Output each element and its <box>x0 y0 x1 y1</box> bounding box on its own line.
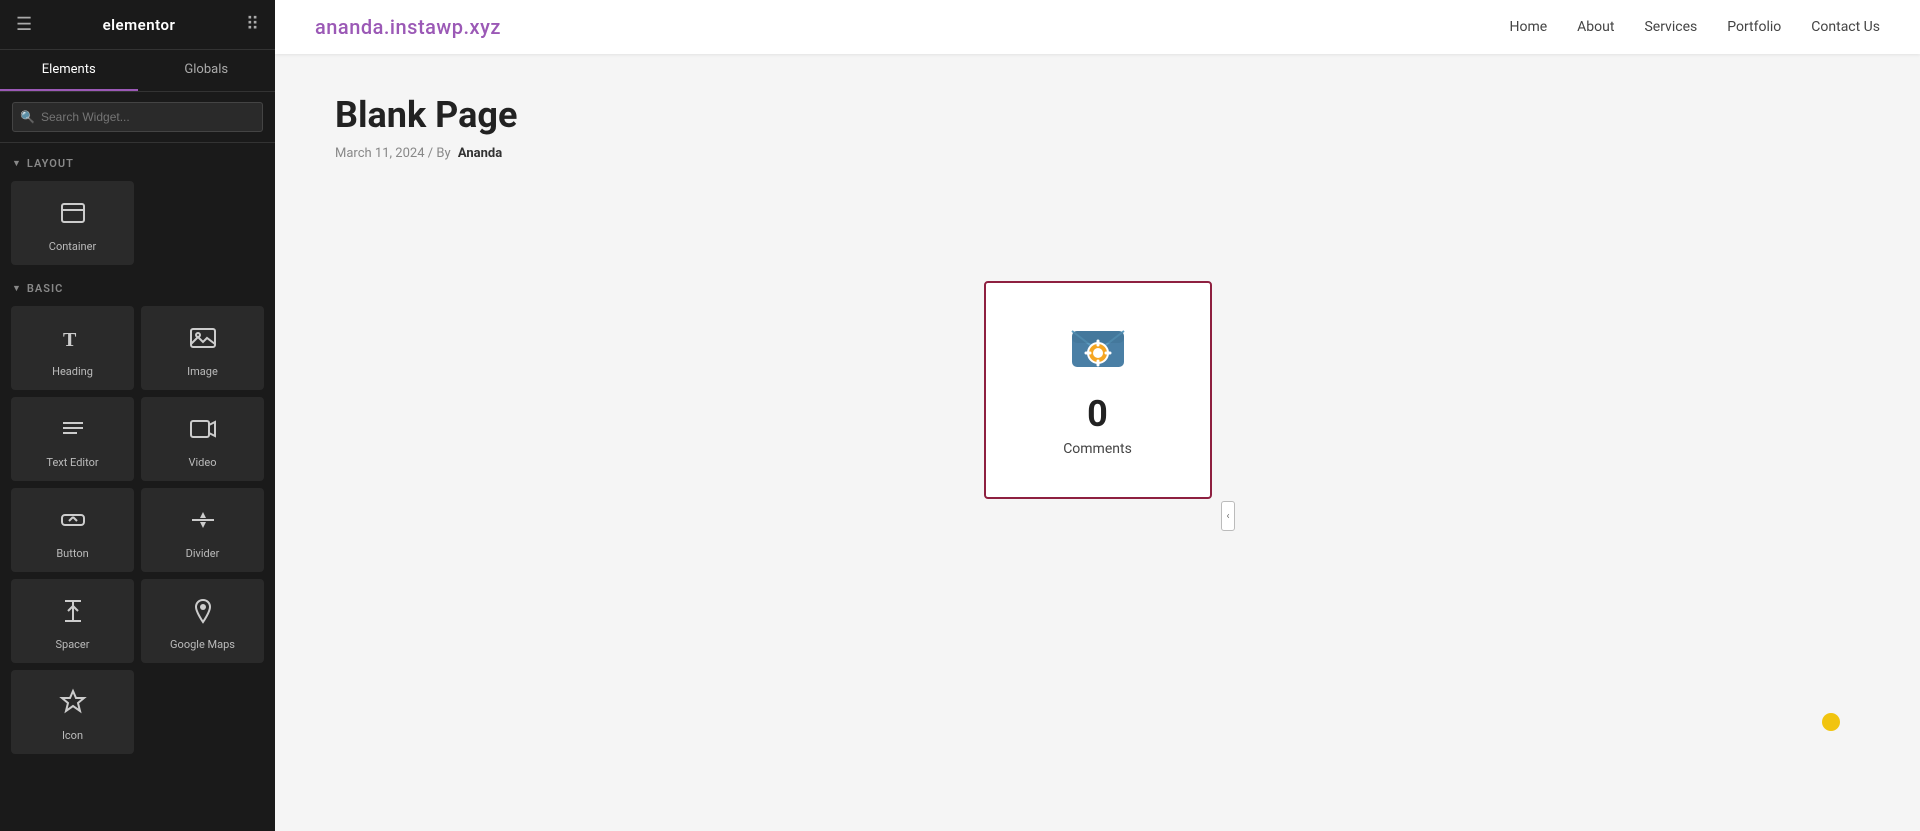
widget-spacer[interactable]: Spacer <box>11 579 134 663</box>
widget-button-label: Button <box>56 547 88 560</box>
button-icon <box>59 506 87 539</box>
section-header-layout: ▼ Layout <box>0 143 275 178</box>
search-input[interactable] <box>12 102 263 132</box>
basic-widget-grid: T Heading Image <box>0 303 275 757</box>
nav-about[interactable]: About <box>1577 19 1614 35</box>
section-header-basic: ▼ Basic <box>0 268 275 303</box>
comments-widget: 0 Comments <box>984 281 1212 499</box>
basic-arrow-icon: ▼ <box>12 283 22 294</box>
widget-video[interactable]: Video <box>141 397 264 481</box>
page-author: Ananda <box>458 146 502 161</box>
nav-links: Home About Services Portfolio Contact Us <box>1509 19 1880 35</box>
comments-count: 0 <box>1087 393 1108 435</box>
page-date: March 11, 2024 <box>335 146 425 161</box>
page-by-label: By <box>436 146 450 161</box>
sidebar-header: ☰ elementor ⠿ <box>0 0 275 50</box>
grid-icon[interactable]: ⠿ <box>246 14 259 35</box>
divider-icon <box>189 506 217 539</box>
svg-text:T: T <box>63 329 77 351</box>
widget-image-label: Image <box>187 365 218 378</box>
widget-heading[interactable]: T Heading <box>11 306 134 390</box>
heading-icon: T <box>59 324 87 357</box>
widget-divider-label: Divider <box>186 547 220 560</box>
layout-widget-grid: Container <box>0 178 275 268</box>
main-area: ananda.instawp.xyz Home About Services P… <box>275 0 1920 831</box>
icon-widget-icon <box>59 688 87 721</box>
widget-google-maps[interactable]: Google Maps <box>141 579 264 663</box>
widget-container-area: 0 Comments ‹ <box>335 201 1860 801</box>
widget-image[interactable]: Image <box>141 306 264 390</box>
widget-icon[interactable]: Icon <box>11 670 134 754</box>
tab-elements[interactable]: Elements <box>0 50 138 91</box>
site-title: ananda.instawp.xyz <box>315 15 501 39</box>
sidebar: ☰ elementor ⠿ Elements Globals 🔍 ▼ Layou… <box>0 0 275 831</box>
widget-text-editor-label: Text Editor <box>46 456 98 469</box>
text-editor-icon <box>59 415 87 448</box>
cursor-dot <box>1822 713 1840 731</box>
tab-globals[interactable]: Globals <box>138 50 276 91</box>
widget-divider[interactable]: Divider <box>141 488 264 572</box>
page-content: Blank Page March 11, 2024 / By Ananda <box>275 54 1920 831</box>
widget-button[interactable]: Button <box>11 488 134 572</box>
google-maps-icon <box>189 597 217 630</box>
widget-icon-label: Icon <box>62 729 83 742</box>
nav-services[interactable]: Services <box>1644 19 1697 35</box>
sidebar-logo: elementor <box>103 16 176 34</box>
layout-arrow-icon: ▼ <box>12 158 22 169</box>
comments-label: Comments <box>1063 441 1132 457</box>
hamburger-icon[interactable]: ☰ <box>16 14 32 35</box>
sidebar-content: ▼ Layout Container ▼ Basic <box>0 143 275 831</box>
widget-container-label: Container <box>49 240 96 253</box>
nav-portfolio[interactable]: Portfolio <box>1727 19 1781 35</box>
widget-container[interactable]: Container <box>11 181 134 265</box>
collapse-handle[interactable]: ‹ <box>1221 501 1235 531</box>
page-meta: March 11, 2024 / By Ananda <box>335 146 1860 161</box>
container-icon <box>59 199 87 232</box>
nav-contact[interactable]: Contact Us <box>1811 19 1880 35</box>
widget-spacer-label: Spacer <box>55 638 89 651</box>
spacer-icon <box>59 597 87 630</box>
sidebar-tabs: Elements Globals <box>0 50 275 92</box>
image-icon <box>189 324 217 357</box>
comments-envelope-icon <box>1068 323 1128 373</box>
widget-video-label: Video <box>189 456 217 469</box>
widget-heading-label: Heading <box>52 365 93 378</box>
nav-home[interactable]: Home <box>1509 19 1547 35</box>
search-icon: 🔍 <box>20 110 35 124</box>
sidebar-search-wrapper: 🔍 <box>0 92 275 143</box>
video-icon <box>189 415 217 448</box>
widget-google-maps-label: Google Maps <box>170 638 235 651</box>
top-nav: ananda.instawp.xyz Home About Services P… <box>275 0 1920 54</box>
widget-text-editor[interactable]: Text Editor <box>11 397 134 481</box>
page-title: Blank Page <box>335 94 1860 136</box>
comments-icon-wrapper <box>1068 323 1128 377</box>
